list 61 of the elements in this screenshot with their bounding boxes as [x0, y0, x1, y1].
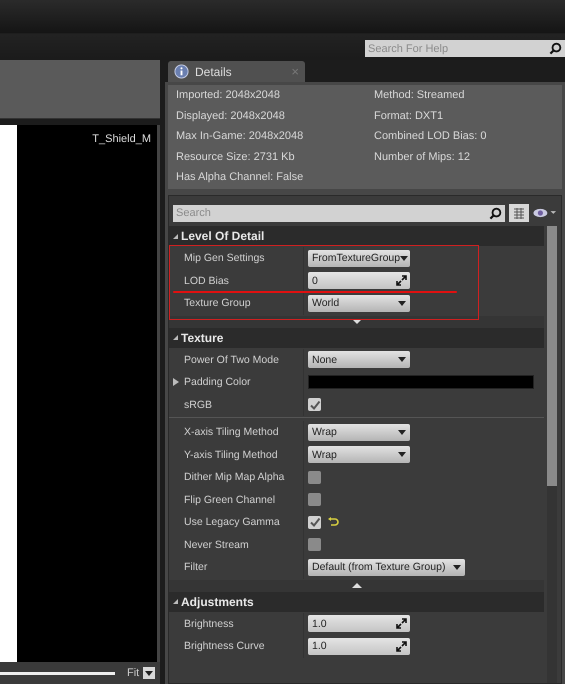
property-label: Power Of Two Mode [184, 354, 279, 366]
dropdown[interactable]: Wrap [308, 424, 410, 441]
property-label: Never Stream [184, 538, 249, 551]
dropdown[interactable]: World [308, 294, 410, 312]
search-button[interactable] [547, 40, 565, 57]
search-button[interactable] [487, 204, 505, 222]
property-label: X-axis Tiling Method [184, 426, 279, 438]
checkbox[interactable] [308, 493, 321, 506]
info-text: Method: Streamed [374, 89, 466, 102]
expand-arrow-icon[interactable] [173, 378, 179, 386]
property-label: Padding Color [184, 376, 251, 388]
property-label: Dither Mip Map Alpha [184, 471, 284, 484]
property-label: Brightness Curve [184, 640, 265, 652]
search-field[interactable]: Search [173, 204, 487, 222]
property-label: Y-axis Tiling Method [184, 448, 278, 461]
scroll-bar[interactable] [547, 226, 557, 683]
info-text: Max In-Game: 2048x2048 [176, 130, 304, 144]
section-header[interactable]: Texture [169, 328, 544, 348]
property-label: Filter [184, 561, 208, 574]
drag-arrows-icon [396, 618, 407, 630]
property-label: Flip Green Channel [184, 494, 276, 506]
dropdown[interactable]: Wrap [308, 446, 410, 464]
info-icon [174, 64, 189, 79]
drag-arrows-icon [396, 640, 407, 652]
info-text: Number of Mips: 12 [374, 150, 471, 164]
property-label: Texture Group [184, 297, 251, 310]
dropdown[interactable]: FromTextureGroup [308, 250, 410, 267]
number-field[interactable]: 1.0 [308, 615, 410, 632]
info-text: Resource Size: 2731 Kb [176, 150, 296, 164]
grid-icon [513, 207, 525, 219]
checkbox[interactable] [308, 516, 321, 529]
property-label: Mip Gen Settings [184, 252, 265, 264]
info-text: Format: DXT1 [374, 110, 444, 123]
info-text: Has Alpha Channel: False [176, 171, 304, 184]
scroll-bar[interactable] [0, 672, 115, 674]
checkbox[interactable] [308, 470, 321, 484]
number-field[interactable]: 0 [308, 272, 410, 290]
info-text: Displayed: 2048x2048 [176, 110, 286, 123]
view-options-button[interactable] [509, 204, 529, 222]
checkbox[interactable] [308, 398, 321, 412]
zoom-dropdown-button[interactable] [143, 667, 156, 679]
property-label: sRGB [184, 398, 212, 411]
property-label: LOD Bias [184, 274, 229, 287]
number-field[interactable]: 1.0 [308, 638, 410, 655]
eye-icon[interactable] [533, 207, 557, 219]
property-label: Use Legacy Gamma [184, 516, 280, 528]
section-header[interactable]: Adjustments [169, 592, 544, 612]
checkbox[interactable] [308, 538, 321, 552]
reset-arrow-icon[interactable] [327, 517, 339, 528]
details-tab[interactable]: Details × [168, 61, 305, 82]
dropdown[interactable]: Default (from Texture Group) [308, 558, 465, 576]
color-swatch[interactable] [308, 375, 534, 390]
info-text: Combined LOD Bias: 0 [374, 130, 486, 144]
dropdown[interactable]: None [308, 351, 410, 368]
zoom-label: Fit [127, 667, 140, 679]
section-header[interactable]: Level Of Detail [169, 226, 544, 246]
info-text: Imported: 2048x2048 [176, 89, 281, 102]
texture-name: T_Shield_M [92, 133, 151, 145]
drag-arrows-icon [396, 275, 407, 286]
property-label: Brightness [184, 618, 234, 630]
help-search-field[interactable]: Search For Help [365, 40, 547, 57]
